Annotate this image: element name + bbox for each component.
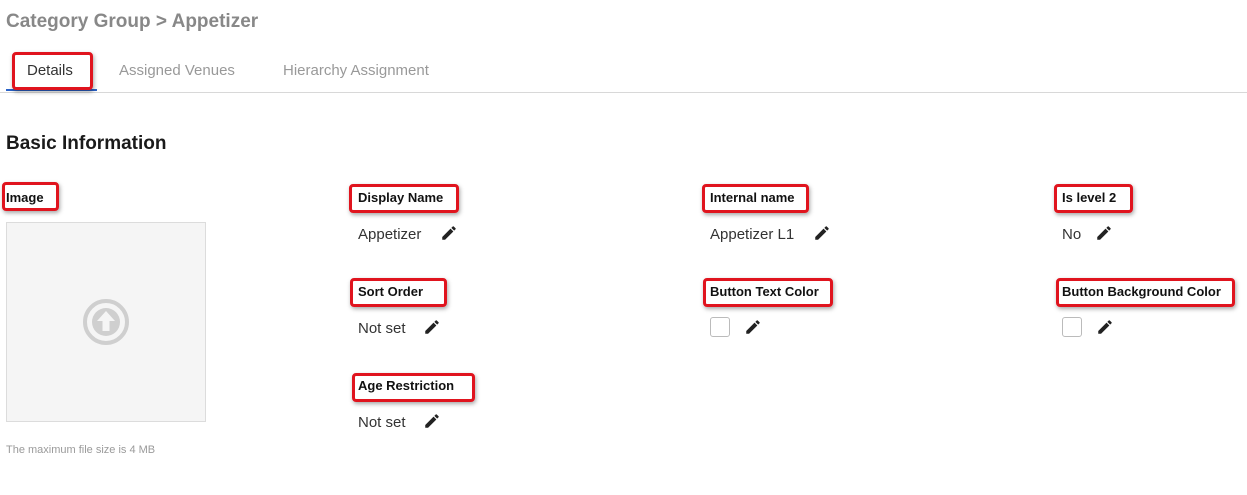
- button-text-color-swatch[interactable]: [710, 317, 730, 337]
- internal-name-label: Internal name: [710, 190, 795, 205]
- breadcrumb-current: Appetizer: [171, 11, 259, 32]
- breadcrumb-separator: >: [155, 11, 168, 32]
- button-text-color-label: Button Text Color: [710, 284, 819, 299]
- max-file-size-note: The maximum file size is 4 MB: [6, 444, 156, 456]
- section-title: Basic Information: [6, 133, 167, 154]
- breadcrumb-parent[interactable]: Category Group: [6, 11, 151, 32]
- edit-internal-name-icon[interactable]: [813, 224, 831, 242]
- breadcrumb: Category Group > Appetizer: [6, 11, 258, 33]
- age-restriction-label: Age Restriction: [358, 378, 455, 393]
- edit-button-text-color-icon[interactable]: [744, 318, 762, 336]
- tab-bar: Details Assigned Venues Hierarchy Assign…: [0, 56, 1247, 93]
- is-level-2-value: No: [1062, 226, 1082, 243]
- sort-order-label: Sort Order: [358, 284, 424, 299]
- edit-display-name-icon[interactable]: [440, 224, 458, 242]
- edit-sort-order-icon[interactable]: [423, 318, 441, 336]
- tab-details[interactable]: Details: [27, 62, 73, 79]
- edit-button-background-color-icon[interactable]: [1096, 318, 1114, 336]
- button-background-color-swatch[interactable]: [1062, 317, 1082, 337]
- image-label: Image: [6, 190, 44, 205]
- tab-assigned-venues[interactable]: Assigned Venues: [119, 62, 235, 79]
- edit-age-restriction-icon[interactable]: [423, 412, 441, 430]
- active-tab-indicator: [6, 89, 97, 91]
- is-level-2-label: Is level 2: [1062, 190, 1117, 205]
- display-name-label: Display Name: [358, 190, 444, 205]
- button-background-color-label: Button Background Color: [1062, 284, 1221, 299]
- display-name-value: Appetizer: [358, 226, 422, 243]
- internal-name-value: Appetizer L1: [710, 226, 795, 243]
- edit-is-level-2-icon[interactable]: [1095, 224, 1113, 242]
- tab-hierarchy-assignment[interactable]: Hierarchy Assignment: [283, 62, 429, 79]
- image-upload-area[interactable]: [6, 222, 206, 422]
- upload-arrow-icon: [83, 299, 129, 345]
- age-restriction-value: Not set: [358, 414, 406, 431]
- sort-order-value: Not set: [358, 320, 406, 337]
